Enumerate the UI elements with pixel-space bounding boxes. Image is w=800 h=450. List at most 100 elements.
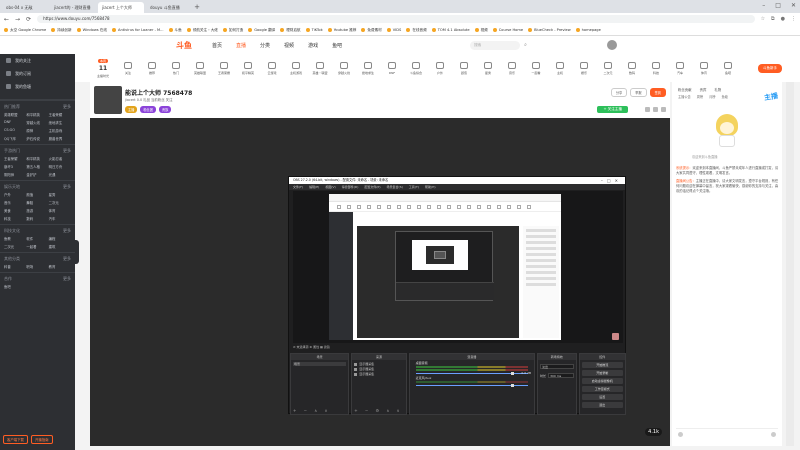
category-item[interactable]: 斗鱼综合	[404, 61, 428, 75]
profile-icon[interactable]: ●	[781, 16, 785, 22]
checkin-button[interactable]: 签到	[649, 88, 666, 97]
source-toolbar[interactable]: + − ⚙ ∧ ∨	[354, 408, 402, 413]
category-item[interactable]: 推荐	[140, 61, 164, 75]
sidebar-category-link[interactable]: 体育	[49, 208, 71, 213]
category-item[interactable]: 绝地求生	[356, 61, 380, 75]
bookmark[interactable]: 如何打造	[222, 28, 243, 33]
nav-live[interactable]: 直播	[236, 42, 246, 49]
category-item[interactable]: 关注	[116, 61, 140, 75]
source-item[interactable]: 显示器采集	[354, 372, 403, 376]
sidebar-category-link[interactable]: 金铲铲	[26, 172, 48, 177]
bookmark[interactable]: TiKTok	[305, 28, 323, 32]
section-more-link[interactable]: 更多	[63, 276, 71, 282]
sidebar-category-link[interactable]: 一起看	[26, 244, 48, 249]
url-input[interactable]: https://www.douyu.com/7568478	[37, 15, 755, 23]
gift-icon[interactable]	[645, 107, 650, 112]
sidebar-category-link[interactable]: 王者荣耀	[49, 112, 71, 117]
sidebar-category-link[interactable]: 音乐	[4, 200, 26, 205]
obs-preview[interactable]	[293, 191, 623, 343]
sidebar-category-link[interactable]: 鱼教	[4, 236, 26, 241]
section-more-link[interactable]: 更多	[63, 256, 71, 262]
start-recording-button[interactable]: 开始录制	[581, 370, 623, 376]
bookmark[interactable]: BlueCheck - Preview	[528, 28, 571, 32]
sidebar-item-subscribe[interactable]: 我的订阅	[0, 67, 75, 80]
search-input[interactable]: 搜索	[470, 40, 521, 50]
virtual-camera-button[interactable]: 启动虚拟摄像机	[581, 378, 623, 384]
bookmark[interactable]: 领航关注・大佬	[186, 28, 218, 33]
sidebar-category-link[interactable]: 和平精英	[26, 156, 48, 161]
sidebar-category-link[interactable]: 科技	[4, 216, 26, 221]
obs-menu-item[interactable]: 停靠部件(D)	[342, 184, 359, 190]
sidebar-category-link[interactable]: 建筑	[49, 244, 71, 249]
sidebar-category-link[interactable]: 汽车	[49, 216, 71, 221]
category-item[interactable]: 数码	[620, 61, 644, 75]
scene-toolbar[interactable]: + − ∧ ∨	[293, 408, 330, 413]
volume-slider[interactable]	[415, 384, 529, 387]
new-tab-button[interactable]: +	[192, 2, 202, 13]
share-button[interactable]: 分享	[610, 88, 628, 97]
nav-fishbar[interactable]: 鱼吧	[332, 42, 342, 49]
newbie-button[interactable]: 斗鱼新手	[758, 63, 782, 73]
sidebar-category-link[interactable]: 职场	[26, 264, 48, 269]
download-client-button[interactable]: 客户端下载	[3, 435, 28, 444]
browser-tab[interactable]: douyu 斗鱼直播	[146, 2, 192, 13]
category-item[interactable]: 英雄联盟	[188, 61, 212, 75]
section-more-link[interactable]: 更多	[63, 148, 71, 154]
browser-tab-active[interactable]: jiacert 上个大师	[98, 2, 144, 13]
section-more-link[interactable]: 更多	[63, 228, 71, 234]
sidebar-category-link[interactable]: 穿越火线	[26, 120, 48, 125]
bookmark[interactable]: 持续创新	[51, 28, 72, 33]
gift-icon[interactable]	[771, 432, 776, 437]
category-item[interactable]: 户外	[428, 61, 452, 75]
sidebar-category-link[interactable]: 王者荣耀	[4, 156, 26, 161]
bookmark[interactable]: 太空 Google Chrome	[4, 28, 46, 33]
bookmark[interactable]: TOM 4.1 Absolute	[431, 28, 470, 32]
more-icon[interactable]	[661, 107, 666, 112]
bookmark[interactable]: Course Home	[492, 28, 523, 32]
subtab-month[interactable]: 月榜	[709, 94, 715, 99]
bookmark[interactable]: VIDS	[386, 28, 401, 32]
bookmark[interactable]: 斗鱼	[168, 28, 182, 33]
emoji-icon[interactable]	[678, 432, 683, 437]
sidebar-category-link[interactable]: 鱼吧	[4, 284, 26, 289]
sidebar-category-link[interactable]: 原神	[26, 128, 48, 133]
sidebar-category-link[interactable]: 光遇	[49, 172, 71, 177]
bookmark[interactable]: homepage	[575, 28, 601, 32]
nav-games[interactable]: 游戏	[308, 42, 318, 49]
sidebar-category-link[interactable]: 二次元	[4, 244, 26, 249]
browser-tab[interactable]: jiacert的 - 理财直播	[50, 2, 96, 13]
minimize-icon[interactable]: –	[762, 2, 765, 9]
star-icon[interactable]: ☆	[761, 16, 765, 22]
sidebar-category-link[interactable]: 崩坏3	[4, 164, 26, 169]
stream-guide-button[interactable]: 开播指南	[30, 435, 53, 444]
category-item[interactable]: 科技	[644, 61, 668, 75]
video-player[interactable]: OBS 27.2.0 (64-bit, windows) - 配置文件: 未命名…	[90, 118, 670, 446]
category-item[interactable]: 穿越火线	[332, 61, 356, 75]
sidebar-category-link[interactable]: 绝地求生	[49, 120, 71, 125]
sidebar-category-link[interactable]: 第五人格	[26, 164, 48, 169]
nav-video[interactable]: 视频	[284, 42, 294, 49]
forward-icon[interactable]: →	[15, 16, 20, 23]
sidebar-category-link[interactable]: 软件	[26, 236, 48, 241]
fanclub-tag[interactable]: 粉丝团	[140, 106, 156, 113]
category-item[interactable]: DNF	[380, 61, 404, 75]
section-more-link[interactable]: 更多	[63, 104, 71, 110]
category-item[interactable]: 汽车	[668, 61, 692, 75]
obs-menu-item[interactable]: 视图(V)	[325, 184, 335, 190]
bookmark[interactable]: Youtube 推荐	[327, 28, 356, 33]
sidebar-category-link[interactable]: 魔兽世界	[49, 136, 71, 141]
transition-select[interactable]: 淡出	[540, 364, 574, 369]
source-item[interactable]: 显示器采集	[354, 362, 403, 366]
sidebar-category-link[interactable]: 科普	[4, 264, 26, 269]
bookmark[interactable]: 在线音频	[406, 28, 427, 33]
category-item[interactable]: 云游戏	[260, 61, 284, 75]
chat-input-bar[interactable]	[676, 428, 778, 440]
menu-icon[interactable]: ⋮	[791, 16, 796, 22]
subtab-notice[interactable]: 主播公告	[678, 94, 691, 99]
browser-tab[interactable]: obs-04 x 无敌	[2, 2, 48, 13]
category-item[interactable]: 娱乐	[572, 61, 596, 75]
sidebar-category-link[interactable]: 火影忍者	[49, 156, 71, 161]
start-streaming-button[interactable]: 开始推流	[581, 362, 623, 368]
user-avatar[interactable]	[606, 40, 617, 50]
category-item[interactable]: 主机游戏	[284, 61, 308, 75]
